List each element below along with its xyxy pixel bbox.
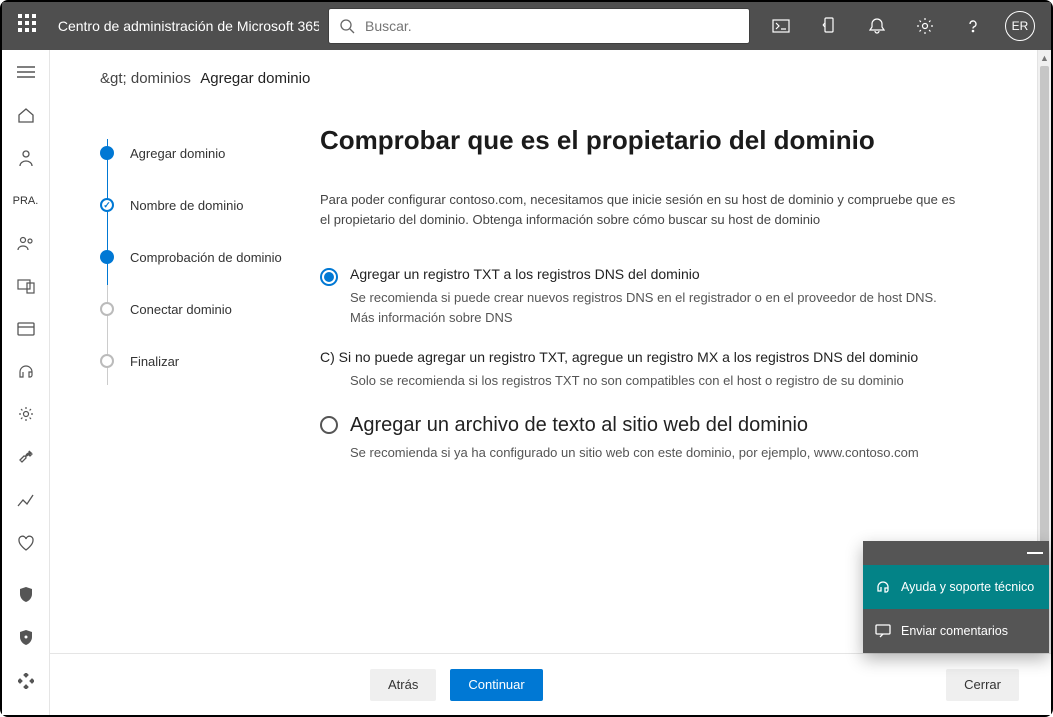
step-finish[interactable]: Finalizar — [100, 335, 310, 387]
step-verify-domain[interactable]: Comprobación de dominio — [100, 231, 310, 283]
nav-home-icon[interactable] — [6, 99, 46, 132]
app-title: Centro de administración de Microsoft 36… — [58, 18, 319, 34]
minimize-icon[interactable] — [1027, 552, 1043, 554]
app-launcher-icon[interactable] — [18, 14, 42, 38]
nav-security-icon[interactable] — [6, 579, 46, 612]
option-mx-title: C) Si no puede agregar un registro TXT, … — [320, 349, 960, 365]
scroll-up-icon[interactable]: ▲ — [1038, 50, 1051, 66]
option-desc: Se recomienda si ya ha configurado un si… — [350, 443, 919, 463]
nav-reports-icon[interactable] — [6, 484, 46, 517]
feedback-icon — [875, 624, 891, 638]
nav-text-pra[interactable]: PRA. — [6, 184, 46, 217]
nav-rail: PRA. — [2, 50, 50, 715]
help-support-row[interactable]: Ayuda y soporte técnico — [863, 565, 1049, 609]
step-list: Agregar dominio ✓Nombre de dominio Compr… — [100, 99, 310, 642]
footer-bar: Atrás Continuar Cerrar — [50, 653, 1051, 715]
top-bar: Centro de administración de Microsoft 36… — [2, 2, 1051, 50]
search-icon — [339, 18, 355, 34]
nav-support-icon[interactable] — [6, 355, 46, 388]
settings-gear-icon[interactable] — [903, 2, 947, 50]
nav-settings-icon[interactable] — [6, 398, 46, 431]
main-area: ▲ ▼ &gt; dominios Agregar dominio Agrega… — [50, 50, 1051, 715]
breadcrumb-prev[interactable]: &gt; dominios — [100, 70, 191, 87]
option-text-file[interactable]: Agregar un archivo de texto al sitio web… — [320, 414, 960, 463]
continue-button[interactable]: Continuar — [450, 669, 542, 701]
notifications-icon[interactable] — [855, 2, 899, 50]
nav-setup-icon[interactable] — [6, 441, 46, 474]
user-avatar[interactable]: ER — [1005, 11, 1035, 41]
option-txt-record[interactable]: Agregar un registro TXT a los registros … — [320, 266, 960, 327]
step-label: Nombre de dominio — [130, 198, 243, 213]
step-label: Conectar dominio — [130, 302, 232, 317]
option-title: Agregar un registro TXT a los registros … — [350, 266, 960, 282]
option-title: Agregar un archivo de texto al sitio web… — [350, 414, 919, 437]
help-panel-header[interactable] — [863, 541, 1049, 565]
page-intro: Para poder configurar contoso.com, neces… — [320, 190, 960, 230]
feedback-label: Enviar comentarios — [901, 624, 1008, 638]
nav-groups-icon[interactable] — [6, 227, 46, 260]
search-container — [329, 9, 749, 43]
step-label: Comprobación de dominio — [130, 250, 282, 265]
nav-admin-centers-icon[interactable] — [6, 665, 46, 698]
headset-icon — [875, 579, 891, 595]
shell: PRA. ▲ ▼ &gt; dominios Agregar dominio — [2, 50, 1051, 715]
search-input[interactable] — [365, 18, 739, 34]
help-icon[interactable] — [951, 2, 995, 50]
nav-devices-icon[interactable] — [6, 270, 46, 303]
step-label: Agregar dominio — [130, 146, 225, 161]
step-label: Finalizar — [130, 354, 179, 369]
radio-icon[interactable] — [320, 416, 338, 434]
nav-users-icon[interactable] — [6, 142, 46, 175]
top-icons: ER — [759, 2, 1041, 50]
help-panel: Ayuda y soporte técnico Enviar comentari… — [863, 541, 1049, 653]
breadcrumb: &gt; dominios Agregar dominio — [50, 50, 1051, 99]
option-mx-desc: Solo se recomienda si los registros TXT … — [350, 373, 970, 388]
feedback-row[interactable]: Enviar comentarios — [863, 609, 1049, 653]
page-title: Comprobar que es el propietario del domi… — [320, 125, 1015, 156]
step-connect-domain[interactable]: Conectar dominio — [100, 283, 310, 335]
step-domain-name[interactable]: ✓Nombre de dominio — [100, 179, 310, 231]
help-support-label: Ayuda y soporte técnico — [901, 580, 1034, 594]
shell-console-icon[interactable] — [759, 2, 803, 50]
nav-collapse-icon[interactable] — [6, 56, 46, 89]
search-box[interactable] — [329, 9, 749, 43]
breadcrumb-current: Agregar dominio — [200, 70, 310, 87]
radio-icon[interactable] — [320, 268, 338, 286]
step-add-domain[interactable]: Agregar dominio — [100, 127, 310, 179]
nav-compliance-icon[interactable] — [6, 622, 46, 655]
close-button[interactable]: Cerrar — [946, 669, 1019, 701]
option-desc: Se recomienda si puede crear nuevos regi… — [350, 288, 960, 327]
nav-health-icon[interactable] — [6, 526, 46, 559]
mobile-icon[interactable] — [807, 2, 851, 50]
back-button[interactable]: Atrás — [370, 669, 436, 701]
nav-billing-icon[interactable] — [6, 313, 46, 346]
